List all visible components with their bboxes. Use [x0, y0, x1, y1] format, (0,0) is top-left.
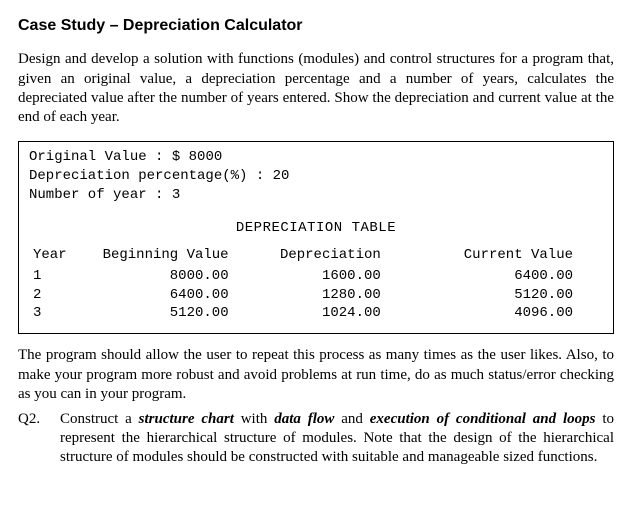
label: Number of year : — [29, 187, 172, 203]
question-q2: Q2. Construct a structure chart with dat… — [18, 410, 614, 468]
table-row: 1 8000.00 1600.00 6400.00 — [29, 267, 603, 286]
cell-year: 1 — [29, 267, 98, 286]
t: Construct a — [60, 411, 139, 427]
t: and — [334, 411, 369, 427]
value: 3 — [172, 187, 180, 203]
col-year: Year — [29, 246, 98, 267]
cell-depreciation: 1280.00 — [259, 286, 431, 305]
intro-paragraph: Design and develop a solution with funct… — [18, 50, 614, 127]
cell-depreciation: 1600.00 — [259, 267, 431, 286]
cell-beginning: 6400.00 — [98, 286, 259, 305]
t: with — [234, 411, 274, 427]
input-line-original-value: Original Value : $ 8000 — [29, 148, 603, 167]
cell-current: 4096.00 — [431, 304, 603, 323]
t-data-flow: data flow — [274, 411, 334, 427]
cell-beginning: 8000.00 — [98, 267, 259, 286]
t-exec-cond-loops: execution of conditional and loops — [370, 411, 596, 427]
cell-beginning: 5120.00 — [98, 304, 259, 323]
cell-depreciation: 1024.00 — [259, 304, 431, 323]
table-row: 3 5120.00 1024.00 4096.00 — [29, 304, 603, 323]
code-output-box: Original Value : $ 8000 Depreciation per… — [18, 141, 614, 334]
cell-year: 3 — [29, 304, 98, 323]
table-title: DEPRECIATION TABLE — [29, 219, 603, 238]
t-structure-chart: structure chart — [139, 411, 234, 427]
value: 20 — [273, 168, 290, 184]
col-current-value: Current Value — [431, 246, 603, 267]
cell-current: 6400.00 — [431, 267, 603, 286]
col-depreciation: Depreciation — [259, 246, 431, 267]
label: Original Value : $ — [29, 149, 189, 165]
label: Depreciation percentage(%) : — [29, 168, 273, 184]
repeat-instructions: The program should allow the user to rep… — [18, 346, 614, 404]
page-title: Case Study – Depreciation Calculator — [18, 16, 614, 36]
depreciation-table: Year Beginning Value Depreciation Curren… — [29, 246, 603, 324]
cell-year: 2 — [29, 286, 98, 305]
input-line-num-years: Number of year : 3 — [29, 186, 603, 205]
value: 8000 — [189, 149, 223, 165]
cell-current: 5120.00 — [431, 286, 603, 305]
col-beginning-value: Beginning Value — [98, 246, 259, 267]
input-line-depreciation-pct: Depreciation percentage(%) : 20 — [29, 167, 603, 186]
table-row: 2 6400.00 1280.00 5120.00 — [29, 286, 603, 305]
q2-text: Construct a structure chart with data fl… — [60, 410, 614, 468]
q2-label: Q2. — [18, 410, 48, 468]
table-header-row: Year Beginning Value Depreciation Curren… — [29, 246, 603, 267]
